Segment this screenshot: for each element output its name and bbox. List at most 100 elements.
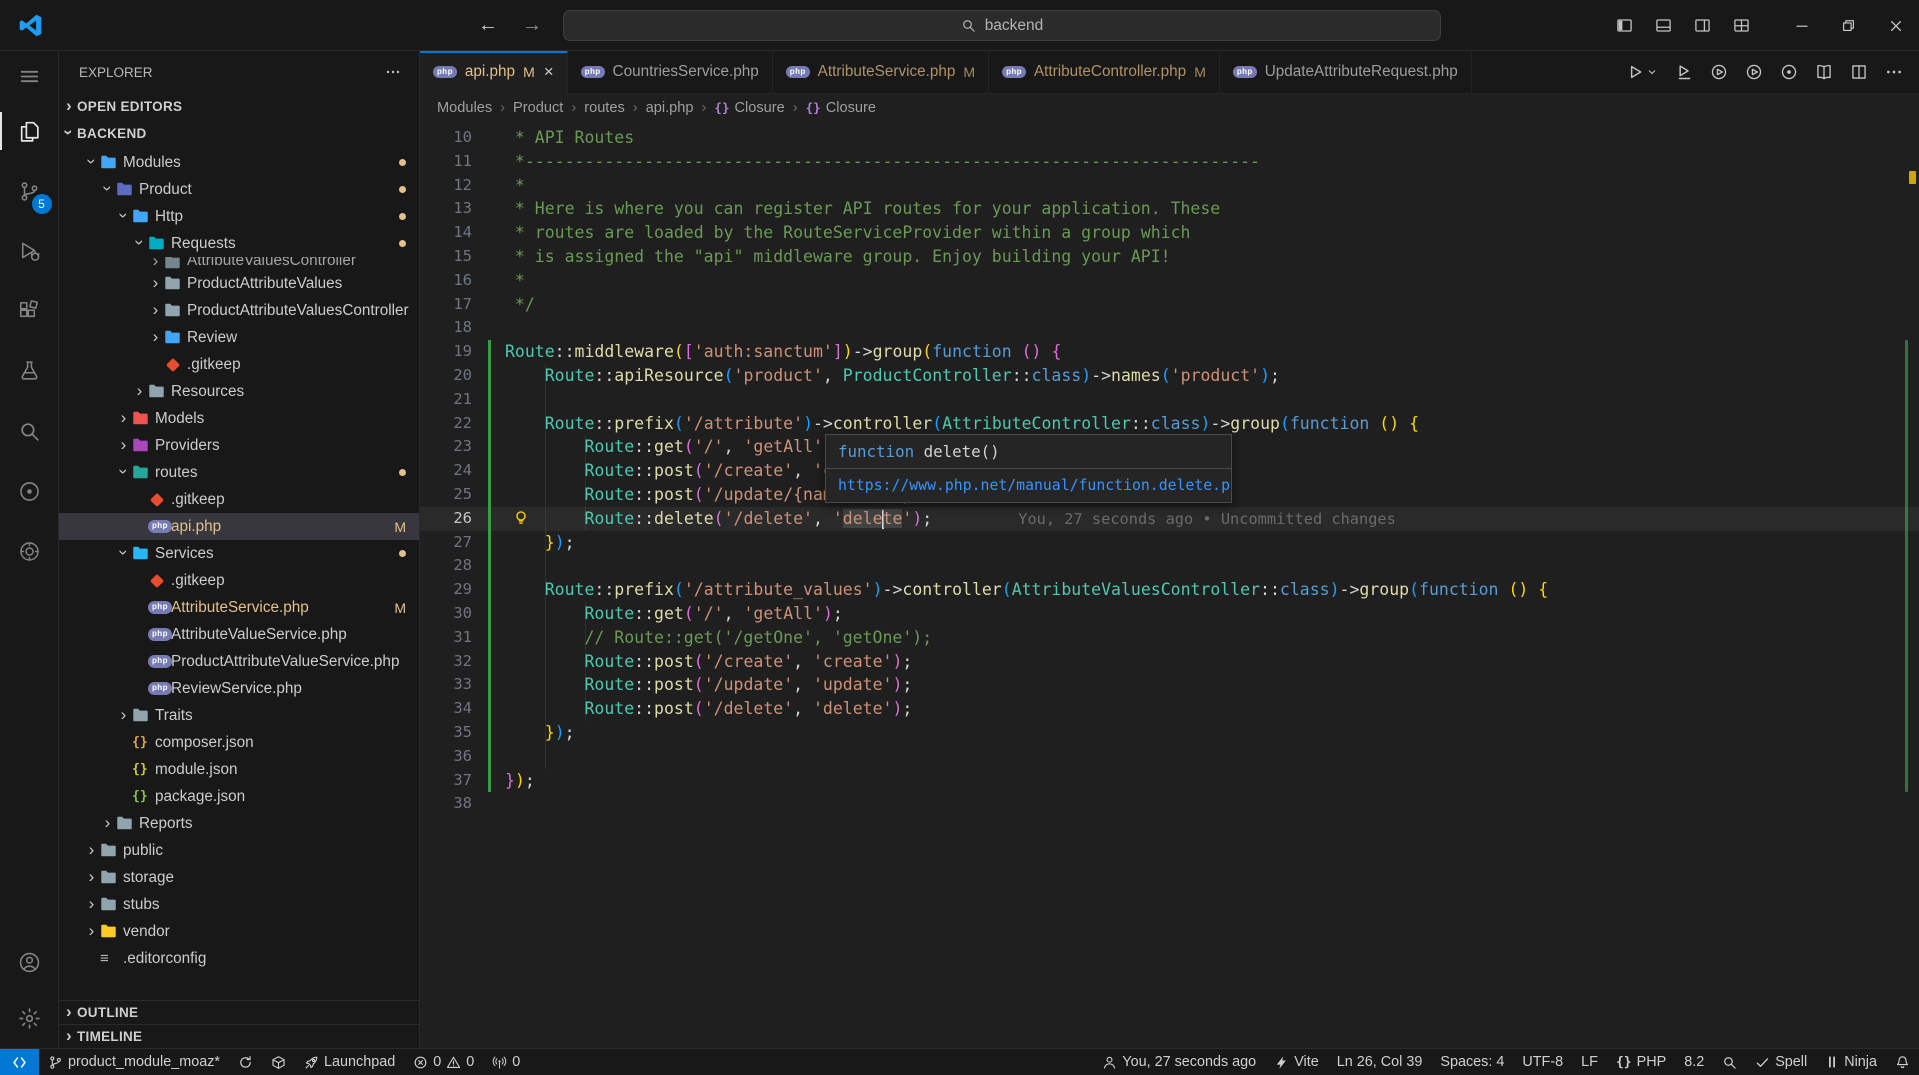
close-icon[interactable]: ×	[544, 62, 554, 82]
accounts-icon[interactable]	[0, 934, 59, 990]
notifications-button[interactable]	[1886, 1049, 1919, 1075]
breadcrumb-item-closure-5[interactable]: {}Closure	[806, 100, 876, 116]
code-line-21[interactable]: 21	[420, 388, 1919, 412]
code-line-35[interactable]: 35 });	[420, 721, 1919, 745]
code-editor[interactable]: 10 * API Routes11 *---------------------…	[420, 121, 1919, 1048]
tree-item-modules[interactable]: ›Modules	[59, 149, 419, 176]
code-line-29[interactable]: 29 Route::prefix('/attribute_values')->c…	[420, 578, 1919, 602]
tab-attributecontroller-php[interactable]: phpAttributeController.phpM	[989, 51, 1220, 93]
settings-icon[interactable]	[0, 990, 59, 1046]
code-line-33[interactable]: 33 Route::post('/update', 'update');	[420, 673, 1919, 697]
code-line-20[interactable]: 20 Route::apiResource('product', Product…	[420, 364, 1919, 388]
code-line-31[interactable]: 31 // Route::get('/getOne', 'getOne');	[420, 626, 1919, 650]
code-line-12[interactable]: 12 *	[420, 174, 1919, 198]
launchpad-button[interactable]: Launchpad	[295, 1049, 404, 1075]
outline-section[interactable]: › OUTLINE	[59, 1000, 419, 1024]
toggle-panel-button[interactable]	[1655, 17, 1672, 34]
code-line-37[interactable]: 37});	[420, 769, 1919, 793]
git-blame-status[interactable]: You, 27 seconds ago	[1093, 1049, 1265, 1075]
code-line-10[interactable]: 10 * API Routes	[420, 126, 1919, 150]
command-center[interactable]: backend	[563, 10, 1441, 41]
remote-indicator[interactable]	[0, 1049, 39, 1075]
customize-layout-button[interactable]	[1733, 17, 1750, 34]
code-line-32[interactable]: 32 Route::post('/create', 'create');	[420, 650, 1919, 674]
eol-status[interactable]: LF	[1572, 1049, 1607, 1075]
test-run-button[interactable]	[1710, 63, 1728, 81]
language-mode-status[interactable]: {}PHP	[1607, 1049, 1675, 1075]
encoding-status[interactable]: UTF-8	[1513, 1049, 1572, 1075]
tab-api-php[interactable]: phpapi.phpM×	[420, 51, 568, 94]
open-preview-button[interactable]	[1815, 63, 1833, 81]
gitlens-icon[interactable]	[0, 521, 59, 581]
tree-item-stubs[interactable]: ›stubs	[59, 891, 419, 918]
code-line-14[interactable]: 14 * routes are loaded by the RouteServi…	[420, 221, 1919, 245]
tree-item-review[interactable]: ›Review	[59, 324, 419, 351]
code-line-16[interactable]: 16 *	[420, 269, 1919, 293]
tree-item-reports[interactable]: ›Reports	[59, 810, 419, 837]
code-line-13[interactable]: 13 * Here is where you can register API …	[420, 197, 1919, 221]
breadcrumb-item-product-1[interactable]: Product	[513, 100, 563, 116]
code-line-26[interactable]: 26 Route::delete('/delete', 'delete');Yo…	[420, 507, 1919, 531]
extensions-icon[interactable]	[0, 281, 59, 341]
cursor-position-status[interactable]: Ln 26, Col 39	[1328, 1049, 1432, 1075]
toggle-primary-sidebar-button[interactable]	[1616, 17, 1633, 34]
timeline-section[interactable]: › TIMELINE	[59, 1024, 419, 1048]
code-line-27[interactable]: 27 });	[420, 531, 1919, 555]
code-line-34[interactable]: 34 Route::post('/delete', 'delete');	[420, 697, 1919, 721]
tree-item-routes[interactable]: ›routes	[59, 459, 419, 486]
tree-item-product[interactable]: ›Product	[59, 176, 419, 203]
tooltip-link[interactable]: https://www.php.net/manual/function.dele…	[826, 469, 1231, 502]
run-debug-icon[interactable]	[0, 221, 59, 281]
code-line-19[interactable]: 19Route::middleware(['auth:sanctum'])->g…	[420, 340, 1919, 364]
breadcrumb-item-modules-0[interactable]: Modules	[437, 100, 492, 116]
package-button[interactable]	[262, 1049, 295, 1075]
tree-item-gitkeep[interactable]: .gitkeep	[59, 351, 419, 378]
breadcrumb-item-routes-2[interactable]: routes	[584, 100, 625, 116]
tree-item-reviewservice-php[interactable]: phpReviewService.php	[59, 675, 419, 702]
tree-item-package-json[interactable]: {}package.json	[59, 783, 419, 810]
spell-status[interactable]: Spell	[1746, 1049, 1816, 1075]
breadcrumb-item-api-php-3[interactable]: api.php	[646, 100, 694, 116]
code-line-36[interactable]: 36	[420, 745, 1919, 769]
breadcrumb-item-closure-4[interactable]: {}Closure	[714, 100, 784, 116]
tab-countriesservice-php[interactable]: phpCountriesService.php	[568, 51, 773, 93]
php-version-status[interactable]: 8.2	[1675, 1049, 1713, 1075]
run-below-button[interactable]	[1675, 63, 1693, 81]
tree-item-resources[interactable]: ›Resources	[59, 378, 419, 405]
search-icon[interactable]	[0, 401, 59, 461]
more-actions-icon[interactable]	[385, 64, 401, 80]
ninja-status[interactable]: Ninja	[1816, 1049, 1886, 1075]
testing-icon[interactable]	[0, 341, 59, 401]
tree-item-productattributevaluescontroller[interactable]: ›ProductAttributeValuesController	[59, 297, 419, 324]
tree-item-api-php[interactable]: phpapi.phpM	[59, 513, 419, 540]
close-button[interactable]	[1872, 0, 1919, 51]
split-editor-button[interactable]	[1850, 63, 1868, 81]
code-line-22[interactable]: 22 Route::prefix('/attribute')->controll…	[420, 412, 1919, 436]
code-line-38[interactable]: 38	[420, 792, 1919, 816]
tree-item-vendor[interactable]: ›vendor	[59, 918, 419, 945]
tree-item-requests[interactable]: ›Requests	[59, 230, 419, 257]
tree-item-composer-json[interactable]: {}composer.json	[59, 729, 419, 756]
tree-item-models[interactable]: ›Models	[59, 405, 419, 432]
tree-item-traits[interactable]: ›Traits	[59, 702, 419, 729]
tab-updateattributerequest-php[interactable]: phpUpdateAttributeRequest.php	[1220, 51, 1472, 93]
ports-button[interactable]: 0	[483, 1049, 529, 1075]
explorer-icon[interactable]	[0, 101, 59, 161]
more-actions-button[interactable]	[1885, 63, 1903, 81]
tree-item-providers[interactable]: ›Providers	[59, 432, 419, 459]
tree-item-gitkeep[interactable]: .gitkeep	[59, 486, 419, 513]
tree-item-productattributevalues[interactable]: ›ProductAttributeValues	[59, 270, 419, 297]
tab-attributeservice-php[interactable]: phpAttributeService.phpM	[773, 51, 989, 93]
tree-item-attributevalueservice-php[interactable]: phpAttributeValueService.php	[59, 621, 419, 648]
git-branch-button[interactable]: product_module_moaz*	[39, 1049, 229, 1075]
remote-explorer-icon[interactable]	[0, 461, 59, 521]
minimize-button[interactable]	[1778, 0, 1825, 51]
code-line-30[interactable]: 30 Route::get('/', 'getAll');	[420, 602, 1919, 626]
code-line-28[interactable]: 28	[420, 554, 1919, 578]
tree-item-module-json[interactable]: {}module.json	[59, 756, 419, 783]
run-button[interactable]	[1626, 63, 1658, 81]
problems-button[interactable]: 00	[404, 1049, 483, 1075]
indentation-status[interactable]: Spaces: 4	[1431, 1049, 1513, 1075]
code-line-18[interactable]: 18	[420, 316, 1919, 340]
intelephense-status[interactable]	[1713, 1049, 1746, 1075]
